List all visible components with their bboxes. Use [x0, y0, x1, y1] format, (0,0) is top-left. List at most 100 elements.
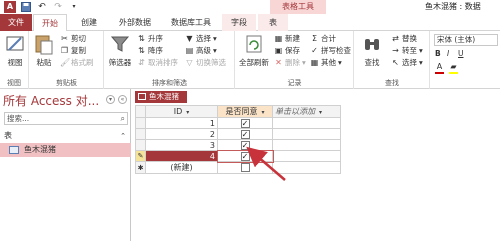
- clear-sort-icon: ⇵: [138, 58, 145, 67]
- cell-add[interactable]: [272, 128, 341, 140]
- column-header-id[interactable]: ID ▾: [145, 105, 218, 118]
- clear-sort-button[interactable]: ⇵ 取消排序: [137, 58, 178, 68]
- nav-item-table[interactable]: 鱼木混猪: [0, 143, 131, 157]
- tab-create[interactable]: 创建: [72, 14, 106, 31]
- checkbox[interactable]: ✓: [240, 151, 250, 161]
- row-selector[interactable]: [135, 117, 146, 129]
- column-header-add[interactable]: 单击以添加 ▾: [272, 105, 341, 118]
- shutter-bar-icon[interactable]: «: [118, 95, 127, 104]
- more-button[interactable]: ▦ 其他 ▾: [310, 58, 342, 68]
- checkbox[interactable]: ✓: [240, 140, 250, 150]
- tab-file[interactable]: 文件: [0, 14, 32, 31]
- highlight-button[interactable]: ▰: [449, 62, 458, 74]
- font-color-button[interactable]: A: [435, 62, 444, 74]
- cell-bool[interactable]: ✓: [217, 117, 273, 129]
- cell-add[interactable]: [272, 117, 341, 129]
- find-button[interactable]: 查找: [359, 33, 385, 68]
- save-record-button[interactable]: ▣ 保存: [274, 46, 300, 56]
- cell-add[interactable]: [272, 150, 341, 162]
- font-select[interactable]: 宋体 (主体): [434, 34, 498, 46]
- group-clipboard: 粘贴 ✂ 剪切 ❐ 复制 🖌 格式刷 剪贴板: [30, 31, 104, 89]
- group-text-formatting: 宋体 (主体) B I U A ▰: [431, 31, 500, 89]
- more-icon: ▦: [310, 58, 319, 67]
- group-label-sort-filter: 排序和筛选: [152, 79, 187, 87]
- group-sort-filter: 筛选器 ⇅ 升序 ⇅ 降序 ⇵ 取消排序 ▼ 选择 ▾ ▤ 高级 ▾ ▽ 切换筛选 排序和筛选: [105, 31, 235, 89]
- redo-icon[interactable]: ↷: [52, 1, 64, 13]
- cell-bool[interactable]: [217, 161, 273, 174]
- group-label-clipboard: 剪贴板: [56, 79, 77, 87]
- tab-table[interactable]: 表: [258, 14, 288, 31]
- group-view: 视图 视图: [0, 31, 29, 89]
- tab-home[interactable]: 开始: [33, 14, 67, 32]
- collapse-icon[interactable]: ⌃: [120, 130, 126, 142]
- tab-external-data[interactable]: 外部数据: [110, 14, 160, 31]
- nav-category-tables[interactable]: 表 ⌃: [4, 130, 128, 142]
- nav-title[interactable]: 所有 Access 对...: [3, 92, 99, 109]
- cell-add[interactable]: [272, 139, 341, 151]
- document-tab[interactable]: 鱼木混猪: [135, 91, 187, 103]
- underline-button[interactable]: U: [458, 49, 464, 59]
- customize-qat-icon[interactable]: ▾: [68, 1, 80, 13]
- cell-id[interactable]: 4: [145, 150, 218, 162]
- nav-menu-icon[interactable]: ▾: [106, 95, 115, 104]
- checkbox[interactable]: ✓: [240, 118, 250, 128]
- cell-bool[interactable]: ✓: [217, 128, 273, 140]
- cell-add[interactable]: [272, 161, 341, 174]
- cell-id-new[interactable]: (新建): [145, 161, 218, 174]
- checkbox[interactable]: [240, 163, 250, 172]
- delete-record-button[interactable]: ✕ 删除 ▾: [274, 58, 306, 68]
- table-row-current: ✎ 4 ✓: [135, 149, 341, 163]
- format-painter-button[interactable]: 🖌 格式刷: [60, 58, 94, 68]
- view-button[interactable]: 视图: [2, 33, 28, 68]
- spelling-button[interactable]: ✓ 拼写检查: [310, 46, 351, 56]
- row-selector-new[interactable]: ✱: [135, 161, 146, 174]
- italic-button[interactable]: I: [447, 49, 449, 59]
- view-icon: [4, 33, 26, 55]
- filter-button[interactable]: 筛选器: [107, 33, 133, 68]
- nav-search-input[interactable]: 搜索... ⌕: [4, 112, 128, 125]
- save-icon[interactable]: [20, 1, 32, 13]
- undo-icon[interactable]: ↶: [36, 1, 48, 13]
- paste-button[interactable]: 粘贴: [32, 33, 56, 68]
- cell-id[interactable]: 1: [145, 117, 218, 129]
- row-selector[interactable]: [135, 128, 146, 140]
- cell-bool[interactable]: ✓: [216, 149, 274, 163]
- search-icon[interactable]: ⌕: [121, 113, 125, 124]
- navigation-pane: 所有 Access 对... ▾ « 搜索... ⌕ 表 ⌃ 鱼木混猪: [0, 89, 131, 241]
- group-records: 全部刷新 ▦ 新建 ▣ 保存 ✕ 删除 ▾ Σ 合计 ✓ 拼写检查 ▦ 其他 ▾ 记录: [236, 31, 354, 89]
- toggle-filter-button[interactable]: ▽ 切换筛选: [185, 58, 226, 68]
- select-all-cell[interactable]: [135, 105, 146, 118]
- quick-access-toolbar: A ↶ ↷ ▾: [4, 1, 80, 13]
- app-logo-icon: A: [4, 1, 16, 13]
- row-selector-edit[interactable]: ✎: [135, 150, 146, 162]
- replace-button[interactable]: ⇄ 替换: [391, 34, 417, 44]
- tab-fields[interactable]: 字段: [222, 14, 256, 31]
- sort-descending-button[interactable]: ⇅ 降序: [137, 46, 163, 56]
- refresh-all-button[interactable]: 全部刷新: [236, 33, 272, 68]
- table-icon: [9, 146, 19, 154]
- column-header-bool[interactable]: 是否同意 ▾: [217, 105, 273, 118]
- pencil-icon: ✎: [137, 152, 144, 160]
- cell-id[interactable]: 2: [145, 128, 218, 140]
- spelling-icon: ✓: [311, 46, 318, 55]
- cut-button[interactable]: ✂ 剪切: [60, 34, 86, 44]
- sort-ascending-button[interactable]: ⇅ 升序: [137, 34, 163, 44]
- tab-database-tools[interactable]: 数据库工具: [162, 14, 220, 31]
- cell-id[interactable]: 3: [145, 139, 218, 151]
- bold-button[interactable]: B: [435, 49, 441, 59]
- select-button[interactable]: ↖ 选择 ▾: [391, 58, 423, 68]
- chevron-down-icon[interactable]: ▾: [261, 109, 264, 116]
- goto-button[interactable]: → 转至 ▾: [391, 46, 423, 56]
- row-selector[interactable]: [135, 139, 146, 151]
- totals-button[interactable]: Σ 合计: [310, 34, 336, 44]
- sigma-icon: Σ: [311, 34, 318, 43]
- cell-bool[interactable]: ✓: [217, 139, 273, 151]
- advanced-button[interactable]: ▤ 高级 ▾: [185, 46, 217, 56]
- copy-button[interactable]: ❐ 复制: [60, 46, 86, 56]
- checkbox[interactable]: ✓: [240, 129, 250, 139]
- chevron-down-icon[interactable]: ▾: [186, 109, 189, 116]
- selection-button[interactable]: ▼ 选择 ▾: [185, 34, 216, 44]
- new-record-button[interactable]: ▦ 新建: [274, 34, 300, 44]
- goto-icon: →: [392, 46, 399, 55]
- chevron-down-icon[interactable]: ▾: [319, 109, 322, 116]
